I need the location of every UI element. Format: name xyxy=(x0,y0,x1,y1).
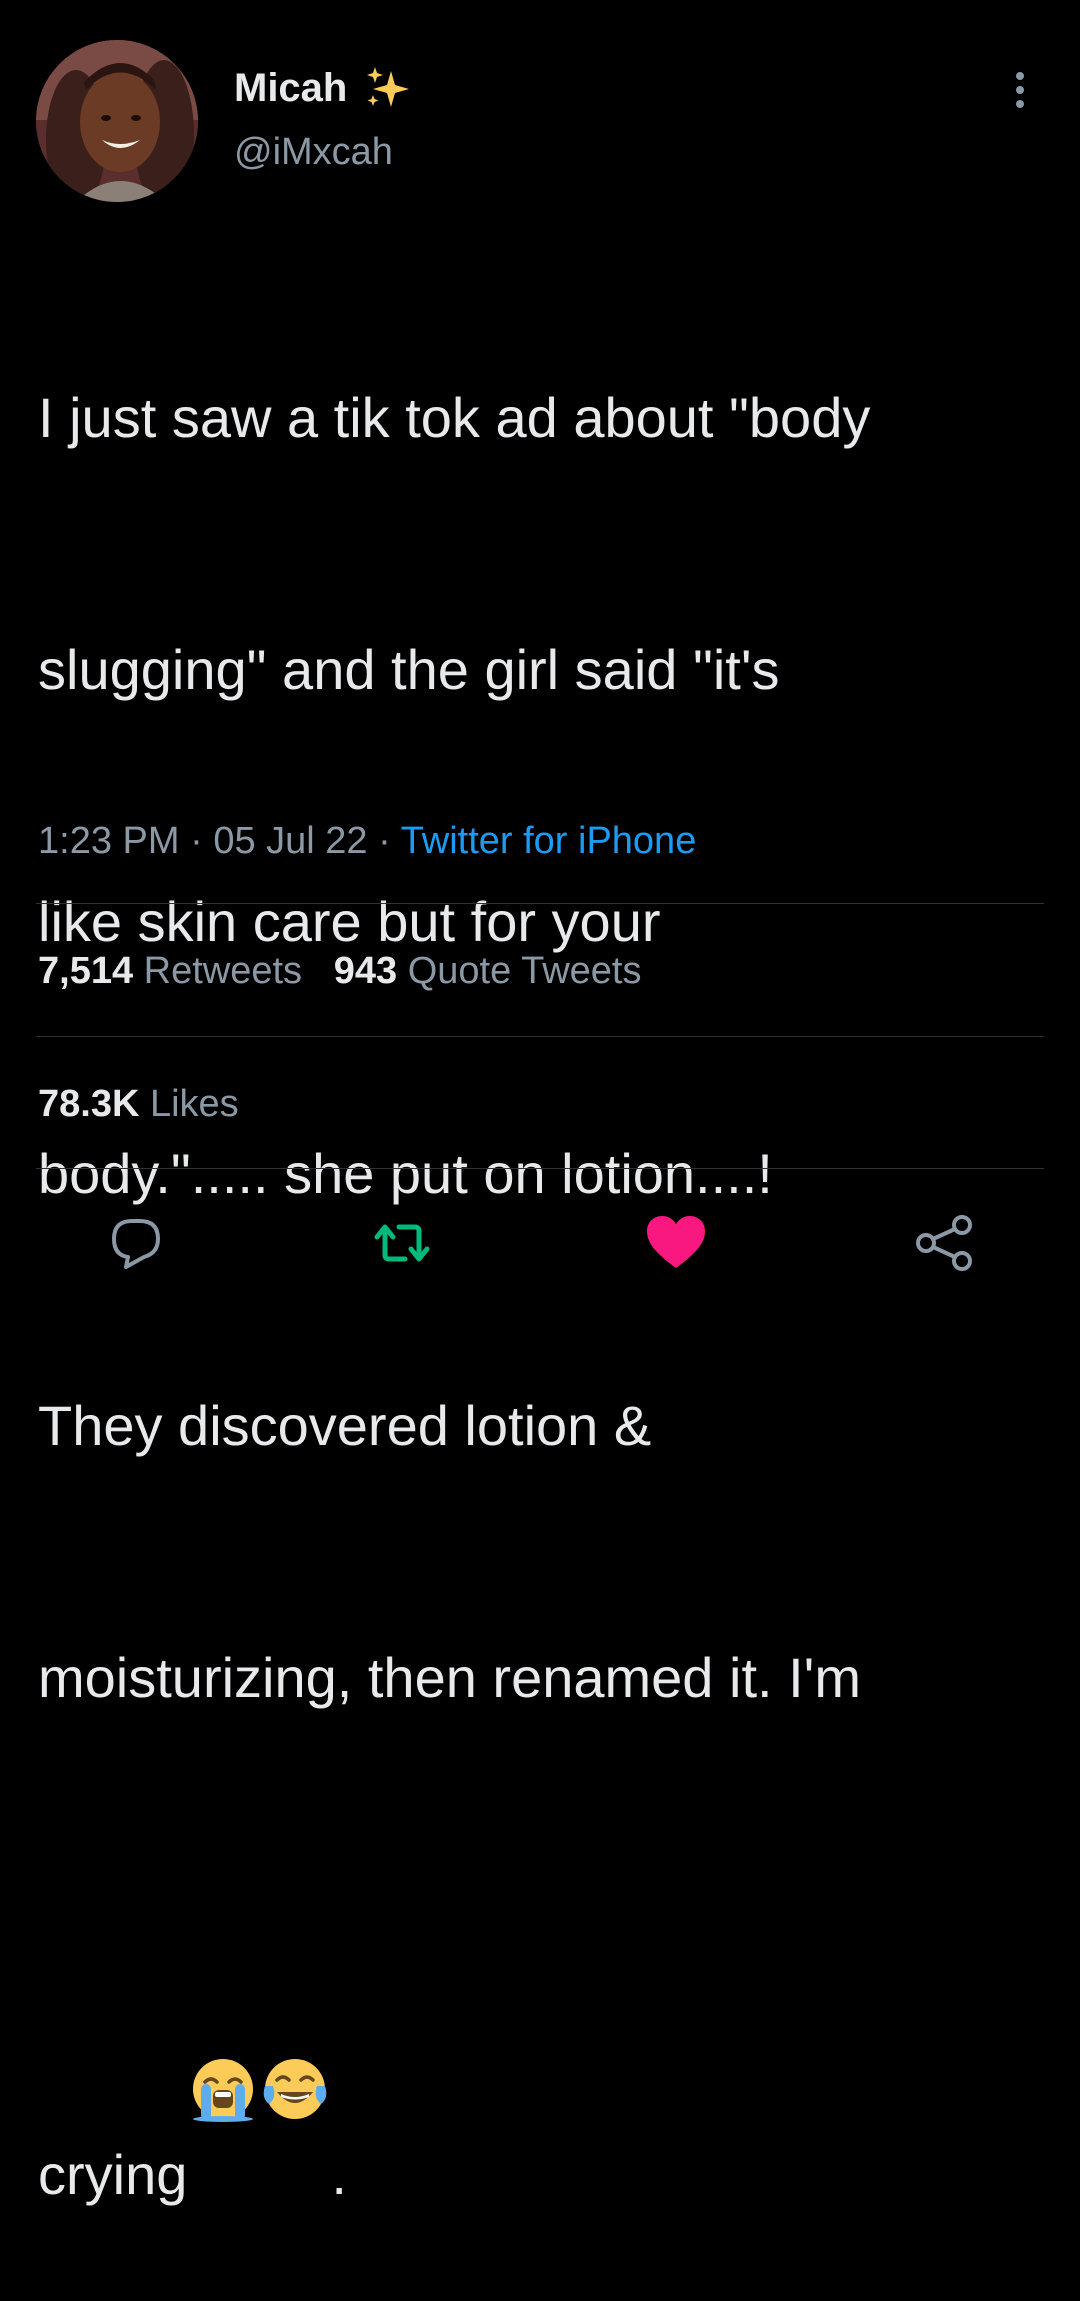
stats-row-retweets: 7,514 Retweets 943 Quote Tweets xyxy=(38,945,642,997)
tweet-meta: 1:23 PM · 05 Jul 22 · Twitter for iPhone xyxy=(38,815,696,867)
profile-photo-icon xyxy=(36,40,198,202)
sparkles-icon xyxy=(363,65,413,111)
tweet-time[interactable]: 1:23 PM xyxy=(38,820,180,862)
quote-tweets-label: Quote Tweets xyxy=(407,950,642,992)
author-name-text: Micah xyxy=(234,66,348,110)
tweet-line: They discovered lotion & xyxy=(38,1394,652,1457)
tweet-source-link[interactable]: Twitter for iPhone xyxy=(401,820,697,862)
more-dot xyxy=(1016,86,1024,94)
retweet-icon xyxy=(374,1224,430,1261)
likes-count: 78.3K xyxy=(38,1083,140,1125)
divider xyxy=(36,1168,1044,1169)
quote-tweets-count: 943 xyxy=(333,950,398,992)
tweet-line: crying xyxy=(38,2143,188,2206)
quote-tweets-stat[interactable]: 943 Quote Tweets xyxy=(334,950,642,992)
retweets-label: Retweets xyxy=(143,950,303,992)
tweet-trailing-text: . xyxy=(331,2143,347,2206)
tweet-line: body."..... she put on lotion....! xyxy=(38,1142,773,1205)
reply-button[interactable] xyxy=(96,1205,176,1280)
meta-separator: · xyxy=(367,820,401,862)
heart-icon xyxy=(647,1215,705,1268)
more-dot xyxy=(1016,72,1024,80)
more-options-button[interactable] xyxy=(1000,60,1040,120)
share-button[interactable] xyxy=(904,1205,984,1280)
retweets-stat[interactable]: 7,514 Retweets xyxy=(38,950,302,992)
more-dot xyxy=(1016,100,1024,108)
divider xyxy=(36,903,1044,904)
avatar[interactable] xyxy=(36,40,198,202)
tweet-line-last: crying . xyxy=(38,1888,1058,2217)
loudly-crying-face-icon xyxy=(187,1888,259,2122)
retweet-button[interactable] xyxy=(362,1205,442,1280)
share-icon xyxy=(916,1214,972,1271)
divider xyxy=(36,1036,1044,1037)
meta-separator: · xyxy=(179,820,214,862)
tweet-actions-bar xyxy=(0,1205,1080,1280)
retweets-count: 7,514 xyxy=(38,950,134,992)
like-button[interactable] xyxy=(636,1205,716,1280)
tweet-line: slugging" and the girl said "it's xyxy=(38,638,780,701)
author-display-name[interactable]: Micah xyxy=(234,62,413,114)
likes-label: Likes xyxy=(149,1083,239,1125)
stats-row-likes: 78.3K Likes xyxy=(38,1078,239,1130)
tweet-line: moisturizing, then renamed it. I'm xyxy=(38,1646,862,1709)
likes-stat[interactable]: 78.3K Likes xyxy=(38,1083,239,1125)
tweet-date[interactable]: 05 Jul 22 xyxy=(213,820,367,862)
tweet-line: I just saw a tik tok ad about "body xyxy=(38,386,871,449)
reply-icon xyxy=(112,1218,160,1269)
author-handle[interactable]: @iMxcah xyxy=(234,128,393,176)
face-with-tears-of-joy-icon xyxy=(259,1888,331,2119)
